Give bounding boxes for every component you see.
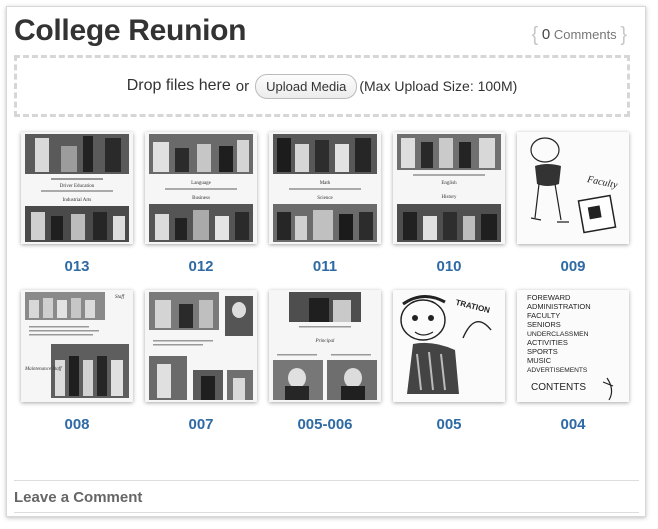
or-text: or [235,77,250,95]
contents-music: MUSIC [527,356,552,365]
upload-media-button[interactable]: Upload Media [255,73,358,99]
contents-heading: CONTENTS [531,382,586,393]
thumbnail-caption[interactable]: 008 [21,416,133,436]
gallery-item[interactable]: English History 010 [393,132,505,278]
thumbnail-caption[interactable]: 009 [517,258,629,278]
page-text-business: Business [192,196,210,201]
page-text-maintenance-staff: Maintenance Staff [24,367,62,372]
thumbnail-012[interactable]: Language Business [145,132,257,244]
gallery-item[interactable]: Math Science 011 [269,132,381,278]
thumbnail-011[interactable]: Math Science [269,132,381,244]
thumbnail-caption[interactable]: 011 [269,258,381,278]
thumbnail-caption[interactable]: 007 [145,416,257,436]
divider [14,512,639,513]
photo-gallery: Driver Education Industrial Arts 013 Lan… [21,132,631,436]
contents-seniors: SENIORS [527,320,561,329]
drop-files-text: Drop files here [126,77,231,94]
thumbnail-caption[interactable]: 005 [393,416,505,436]
page-text-staff: Staff [115,295,125,300]
comments-link[interactable]: { 0 Comments } [532,24,627,47]
thumbnail-005[interactable]: TRATION [393,290,505,402]
thumbnail-009[interactable]: Faculty [517,132,629,244]
gallery-item[interactable]: Language Business 012 [145,132,257,278]
comments-label: Comments [553,27,617,42]
contents-administration: ADMINISTRATION [527,302,591,311]
upload-dropzone[interactable]: Drop files here or Upload Media (Max Upl… [14,55,630,117]
gallery-item[interactable]: Faculty 009 [517,132,629,278]
gallery-item[interactable]: 007 [145,290,257,436]
contents-faculty: FACULTY [527,311,560,320]
page-title: College Reunion [14,14,247,47]
contents-underclassmen: UNDERCLASSMEN [527,331,589,338]
leave-comment-heading: Leave a Comment [14,489,143,506]
thumbnail-caption[interactable]: 010 [393,258,505,278]
thumbnail-007[interactable] [145,290,257,402]
comments-count: 0 [541,26,551,43]
page-text-history: History [442,195,458,200]
max-upload-size-text: (Max Upload Size: 100M) [359,78,518,94]
brace-right-icon: } [620,24,627,46]
thumbnail-005-006[interactable]: Principal [269,290,381,402]
thumbnail-caption[interactable]: 012 [145,258,257,278]
contents-activities: ACTIVITIES [527,338,568,347]
page-text-principal: Principal [315,339,335,344]
thumbnail-013[interactable]: Driver Education Industrial Arts [21,132,133,244]
thumbnail-010[interactable]: English History [393,132,505,244]
thumbnail-caption[interactable]: 013 [21,258,133,278]
page-text-math: Math [320,181,331,186]
thumbnail-caption[interactable]: 005-006 [269,416,381,436]
page-text-science: Science [317,196,333,201]
brace-left-icon: { [531,24,539,46]
gallery-item[interactable]: Principal 005-006 [269,290,381,436]
page-text-industrial-arts: Industrial Arts [63,198,92,203]
gallery-item[interactable]: Staff Maintenance Staff 008 [21,290,133,436]
page-text-language: Language [191,181,211,186]
contents-sports: SPORTS [527,347,558,356]
contents-foreward: FOREWARD [527,293,571,302]
post-container: College Reunion { 0 Comments } Drop file… [6,6,646,517]
page-text-driver-education: Driver Education [60,184,95,189]
thumbnail-caption[interactable]: 004 [517,416,629,436]
thumbnail-008[interactable]: Staff Maintenance Staff [21,290,133,402]
thumbnail-004[interactable]: FOREWARD ADMINISTRATION FACULTY SENIORS … [517,290,629,402]
gallery-item[interactable]: FOREWARD ADMINISTRATION FACULTY SENIORS … [517,290,629,436]
gallery-item[interactable]: Driver Education Industrial Arts 013 [21,132,133,278]
page-text-english: English [441,181,457,186]
contents-advertisements: ADVERTISEMENTS [527,367,588,374]
divider [14,480,639,481]
gallery-item[interactable]: TRATION 005 [393,290,505,436]
